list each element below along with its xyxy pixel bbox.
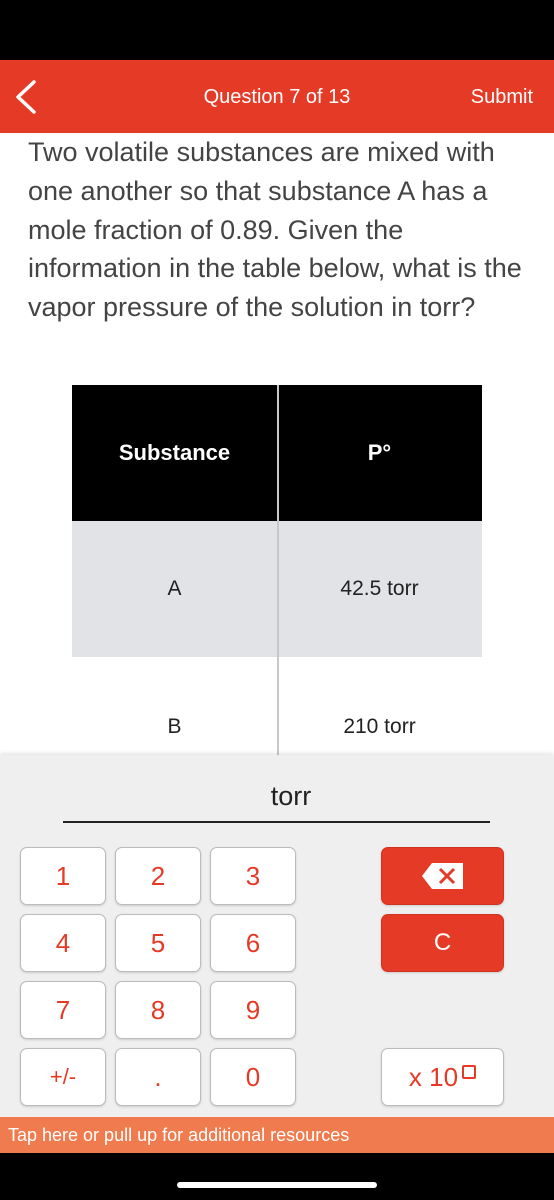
exponent-button[interactable]: x 10 [381, 1048, 504, 1106]
key-4[interactable]: 4 [20, 914, 106, 972]
table-header-substance: Substance [72, 385, 277, 521]
key-6[interactable]: 6 [210, 914, 296, 972]
question-text: Two volatile substances are mixed with o… [28, 137, 522, 323]
key-plus-minus[interactable]: +/- [20, 1048, 106, 1106]
key-1[interactable]: 1 [20, 847, 106, 905]
backspace-icon [421, 863, 463, 889]
key-2[interactable]: 2 [115, 847, 201, 905]
exponent-label: x 10 [408, 1061, 459, 1092]
resources-bar[interactable]: Tap here or pull up for additional resou… [0, 1117, 554, 1153]
table-cell: 42.5 torr [340, 577, 419, 600]
key-9[interactable]: 9 [210, 981, 296, 1039]
key-0[interactable]: 0 [210, 1048, 296, 1106]
key-7[interactable]: 7 [20, 981, 106, 1039]
table-header-pressure: P° [277, 385, 482, 521]
bottom-bar [0, 1153, 554, 1200]
table-cell: A [167, 577, 182, 600]
key-8[interactable]: 8 [115, 981, 201, 1039]
answer-input-line[interactable] [63, 821, 490, 823]
exponent-box-icon [462, 1065, 477, 1079]
key-decimal[interactable]: . [115, 1048, 201, 1106]
answer-unit: torr [270, 781, 312, 811]
header: Question 7 of 13 Submit [0, 60, 554, 133]
backspace-button[interactable] [381, 847, 504, 905]
home-indicator[interactable] [177, 1182, 377, 1188]
submit-button[interactable]: Submit [471, 86, 533, 109]
key-3[interactable]: 3 [210, 847, 296, 905]
clear-button[interactable]: C [381, 914, 504, 972]
status-bar [0, 0, 554, 60]
table-divider [277, 385, 279, 755]
key-5[interactable]: 5 [115, 914, 201, 972]
